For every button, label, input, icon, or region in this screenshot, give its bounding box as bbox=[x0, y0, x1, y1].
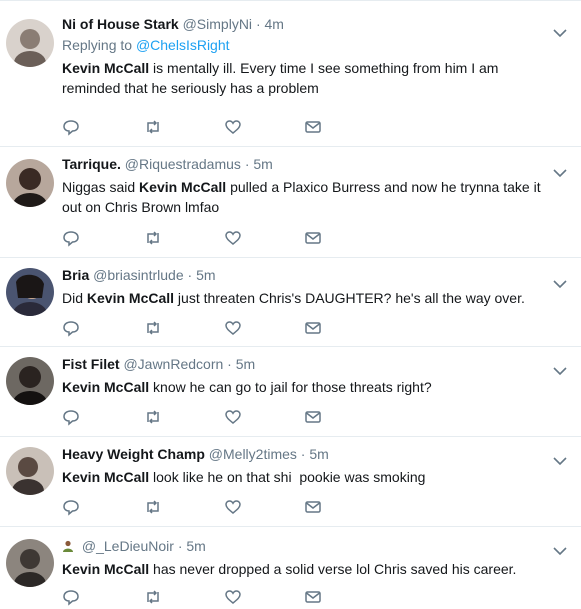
direct-message-icon[interactable] bbox=[304, 319, 322, 337]
separator: · bbox=[255, 16, 261, 32]
direct-message-icon[interactable] bbox=[304, 229, 322, 247]
avatar[interactable] bbox=[6, 357, 54, 405]
tweet[interactable]: Tarrique. @Riquestradamus · 5m Niggas sa… bbox=[0, 147, 581, 258]
reply-icon[interactable] bbox=[62, 588, 80, 606]
tweet-header: Ni of House Stark @SimplyNi · 4m bbox=[62, 15, 551, 34]
mention-bold: Kevin McCall bbox=[62, 469, 150, 485]
separator: · bbox=[177, 538, 183, 554]
user-handle[interactable]: @Melly2times bbox=[209, 446, 297, 462]
mention-bold: Kevin McCall bbox=[62, 60, 150, 76]
user-handle[interactable]: @briasintrlude bbox=[93, 267, 183, 283]
avatar[interactable] bbox=[6, 19, 54, 67]
retweet-icon[interactable] bbox=[144, 229, 162, 247]
retweet-icon[interactable] bbox=[144, 118, 162, 136]
avatar[interactable] bbox=[6, 268, 54, 316]
tweet-text: Did Kevin McCall just threaten Chris's D… bbox=[62, 288, 551, 308]
direct-message-icon[interactable] bbox=[304, 498, 322, 516]
display-name[interactable]: Tarrique. bbox=[62, 156, 121, 172]
display-name[interactable]: Bria bbox=[62, 267, 89, 283]
tweet[interactable]: Ni of House Stark @SimplyNi · 4m Replyin… bbox=[0, 1, 581, 147]
like-icon[interactable] bbox=[224, 588, 242, 606]
reply-icon[interactable] bbox=[62, 408, 80, 426]
reply-icon[interactable] bbox=[62, 229, 80, 247]
avatar[interactable] bbox=[6, 447, 54, 495]
tweet-header: Heavy Weight Champ @Melly2times · 5m bbox=[62, 445, 551, 464]
timestamp[interactable]: 5m bbox=[309, 446, 328, 462]
direct-message-icon[interactable] bbox=[304, 118, 322, 136]
retweet-icon[interactable] bbox=[144, 408, 162, 426]
tweet-body: know he can go to jail for those threats… bbox=[149, 379, 432, 395]
reply-prefix: Replying to bbox=[62, 37, 133, 53]
tweet-body: look like he on that shi pookie was smok… bbox=[149, 469, 426, 485]
tweet-body: just threaten Chris's DAUGHTER? he's all… bbox=[174, 290, 525, 306]
reply-icon[interactable] bbox=[62, 319, 80, 337]
direct-message-icon[interactable] bbox=[304, 408, 322, 426]
timestamp[interactable]: 4m bbox=[265, 16, 284, 32]
like-icon[interactable] bbox=[224, 408, 242, 426]
display-name[interactable]: Fist Filet bbox=[62, 356, 120, 372]
direct-message-icon[interactable] bbox=[304, 588, 322, 606]
tweet-body: has never dropped a solid verse lol Chri… bbox=[149, 561, 517, 577]
reply-context: Replying to @ChelsIsRight bbox=[62, 36, 551, 55]
mention-bold: Kevin McCall bbox=[139, 179, 227, 195]
retweet-icon[interactable] bbox=[144, 319, 162, 337]
like-icon[interactable] bbox=[224, 229, 242, 247]
reply-icon[interactable] bbox=[62, 498, 80, 516]
like-icon[interactable] bbox=[224, 319, 242, 337]
caret-down-icon[interactable] bbox=[553, 453, 567, 466]
separator: · bbox=[244, 156, 250, 172]
separator: · bbox=[300, 446, 306, 462]
reply-handle-link[interactable]: @ChelsIsRight bbox=[136, 37, 230, 53]
avatar[interactable] bbox=[6, 159, 54, 207]
caret-down-icon[interactable] bbox=[553, 543, 567, 556]
timestamp[interactable]: 5m bbox=[253, 156, 272, 172]
tweet-header: Tarrique. @Riquestradamus · 5m bbox=[62, 155, 551, 174]
like-icon[interactable] bbox=[224, 498, 242, 516]
mention-bold: Kevin McCall bbox=[62, 561, 150, 577]
caret-down-icon[interactable] bbox=[553, 25, 567, 38]
separator: · bbox=[227, 356, 232, 372]
display-name[interactable]: Ni of House Stark bbox=[62, 16, 179, 32]
tweet[interactable]: @_LeDieuNoir · 5m Kevin McCall has never… bbox=[0, 527, 581, 609]
tweet-header: Bria @briasintrlude · 5m bbox=[62, 266, 551, 285]
mention-bold: Kevin McCall bbox=[62, 379, 150, 395]
user-handle[interactable]: @JawnRedcorn bbox=[123, 356, 223, 372]
tweet-text: Kevin McCall has never dropped a solid v… bbox=[62, 559, 551, 579]
caret-down-icon[interactable] bbox=[553, 276, 567, 289]
caret-down-icon[interactable] bbox=[553, 165, 567, 178]
display-name[interactable]: Heavy Weight Champ bbox=[62, 446, 205, 462]
tweet-body-prefix: Did bbox=[62, 290, 87, 306]
separator: · bbox=[187, 267, 193, 283]
tweet-text: Kevin McCall look like he on that shi po… bbox=[62, 467, 551, 487]
reply-icon[interactable] bbox=[62, 118, 80, 136]
tweet[interactable]: Fist Filet @JawnRedcorn · 5m Kevin McCal… bbox=[0, 347, 581, 437]
retweet-icon[interactable] bbox=[144, 498, 162, 516]
tweet-text: Kevin McCall is mentally ill. Every time… bbox=[62, 58, 551, 98]
user-handle[interactable]: @_LeDieuNoir bbox=[82, 538, 174, 554]
timestamp[interactable]: 5m bbox=[196, 267, 215, 283]
caret-down-icon[interactable] bbox=[553, 363, 567, 376]
mention-bold: Kevin McCall bbox=[86, 290, 175, 306]
tweet-text: Niggas said Kevin McCall pulled a Plaxic… bbox=[62, 177, 551, 217]
person-emoji-icon bbox=[62, 538, 74, 552]
tweet-header: @_LeDieuNoir · 5m bbox=[62, 537, 551, 556]
timestamp[interactable]: 5m bbox=[186, 538, 205, 554]
tweet-body-prefix: Niggas said bbox=[62, 179, 140, 195]
avatar[interactable] bbox=[6, 539, 54, 587]
retweet-icon[interactable] bbox=[144, 588, 162, 606]
tweet-header: Fist Filet @JawnRedcorn · 5m bbox=[62, 355, 551, 374]
timestamp[interactable]: 5m bbox=[236, 356, 255, 372]
like-icon[interactable] bbox=[224, 118, 242, 136]
tweet[interactable]: Bria @briasintrlude · 5m Did Kevin McCal… bbox=[0, 258, 581, 347]
tweet-feed: Ni of House Stark @SimplyNi · 4m Replyin… bbox=[0, 0, 581, 609]
user-handle[interactable]: @Riquestradamus bbox=[125, 156, 241, 172]
tweet-text: Kevin McCall know he can go to jail for … bbox=[62, 377, 551, 397]
tweet[interactable]: Heavy Weight Champ @Melly2times · 5m Kev… bbox=[0, 437, 581, 527]
user-handle[interactable]: @SimplyNi bbox=[183, 16, 252, 32]
